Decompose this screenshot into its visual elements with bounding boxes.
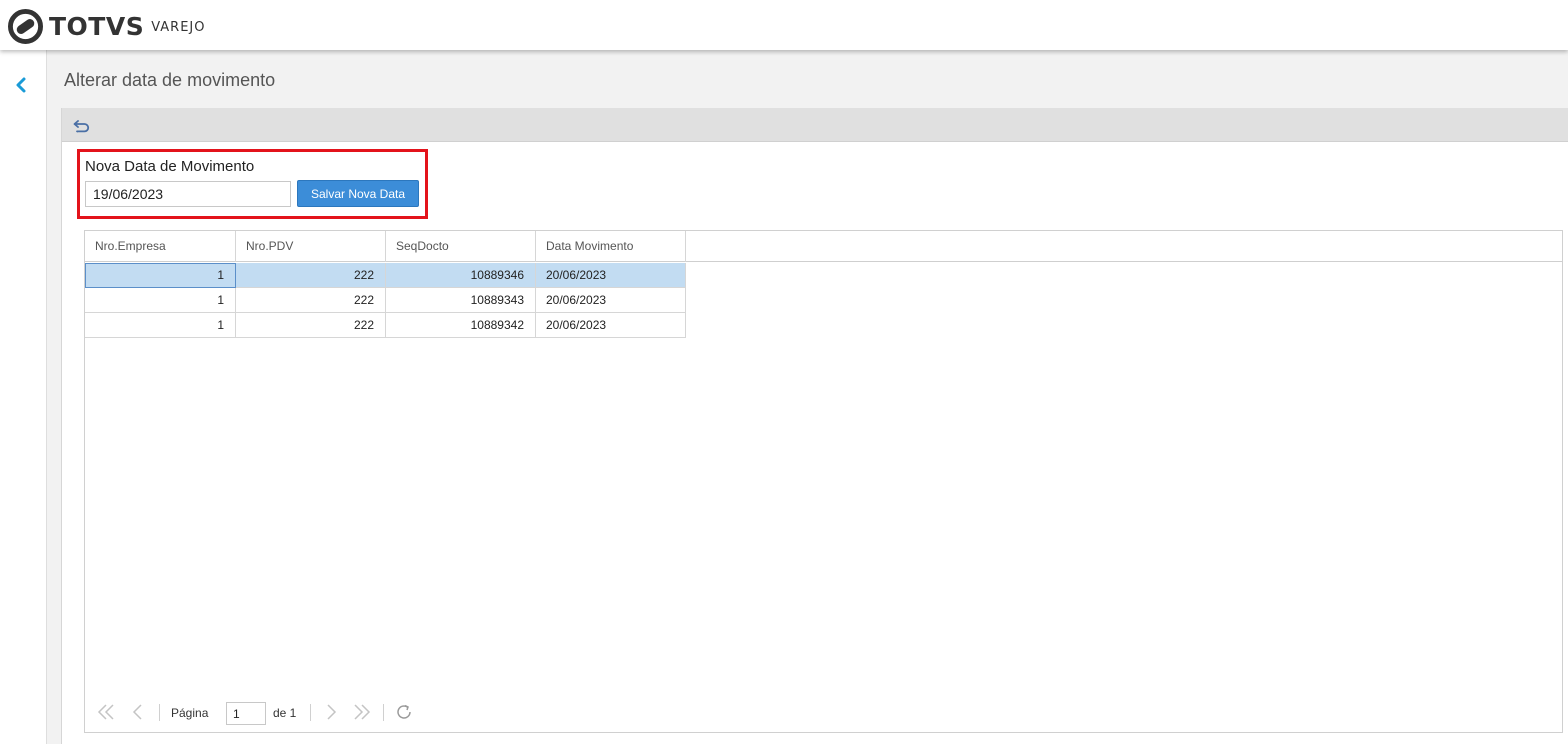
new-date-input[interactable] [85,181,291,207]
table-row[interactable]: 1 222 10889342 20/06/2023 [85,313,686,338]
pager-separator [159,704,160,721]
totvs-logo-icon [8,8,43,44]
cell-seqdocto[interactable]: 10889346 [386,263,536,288]
cell-nro-empresa[interactable]: 1 [85,263,236,288]
cell-nro-pdv[interactable]: 222 [236,313,386,338]
chevron-left-icon[interactable] [127,701,149,723]
left-sidebar [0,50,47,744]
grid-header: Nro.Empresa Nro.PDV SeqDocto Data Movime… [85,231,1562,262]
undo-icon[interactable] [73,119,91,134]
main-panel: Nova Data de Movimento Salvar Nova Data … [61,108,1568,744]
pager-separator [310,704,311,721]
save-new-date-button[interactable]: Salvar Nova Data [297,180,419,207]
cell-seqdocto[interactable]: 10889342 [386,313,536,338]
table-row[interactable]: 1 222 10889346 20/06/2023 [85,263,686,288]
refresh-icon[interactable] [393,701,415,723]
product-name: VAREJO [151,20,206,35]
new-date-label: Nova Data de Movimento [85,158,255,175]
cell-data-movimento[interactable]: 20/06/2023 [536,313,686,338]
new-date-form: Nova Data de Movimento Salvar Nova Data [77,149,428,219]
chevron-right-icon[interactable] [320,701,342,723]
cell-data-movimento[interactable]: 20/06/2023 [536,288,686,313]
chevron-left-icon[interactable] [13,76,29,94]
top-bar: TOTVS VAREJO [0,0,1568,50]
cell-nro-pdv[interactable]: 222 [236,288,386,313]
toolbar [62,108,1568,142]
brand-name: TOTVS [49,11,145,41]
page-number-input[interactable] [226,702,266,725]
cell-nro-empresa[interactable]: 1 [85,313,236,338]
cell-seqdocto[interactable]: 10889343 [386,288,536,313]
column-header-nro-pdv[interactable]: Nro.PDV [236,231,386,262]
app-logo[interactable]: TOTVS VAREJO [8,8,206,44]
double-chevron-left-icon[interactable] [95,701,117,723]
cell-data-movimento[interactable]: 20/06/2023 [536,263,686,288]
column-header-nro-empresa[interactable]: Nro.Empresa [85,231,236,262]
cell-nro-pdv[interactable]: 222 [236,263,386,288]
pagination-bar: Página de 1 [85,697,1562,727]
column-header-seqdocto[interactable]: SeqDocto [386,231,536,262]
cell-nro-empresa[interactable]: 1 [85,288,236,313]
column-header-data-movimento[interactable]: Data Movimento [536,231,686,262]
page-label: Página [171,706,209,720]
table-row[interactable]: 1 222 10889343 20/06/2023 [85,288,686,313]
page-title: Alterar data de movimento [64,70,276,90]
pager-separator [383,704,384,721]
page-count-label: de 1 [273,706,297,720]
data-grid: Nro.Empresa Nro.PDV SeqDocto Data Movime… [84,230,1563,733]
double-chevron-right-icon[interactable] [351,701,373,723]
